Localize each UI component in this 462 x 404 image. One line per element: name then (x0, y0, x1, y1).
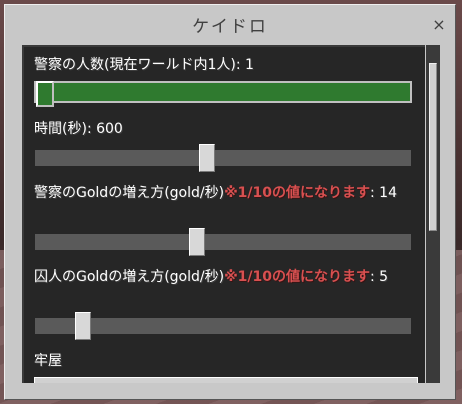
police-count-text: 警察の人数(現在ワールド内1人) (34, 57, 236, 73)
scrollbar-thumb[interactable] (429, 63, 437, 231)
time-value: : 600 (86, 121, 123, 137)
time-slider[interactable] (34, 144, 412, 172)
time-label: 時間(秒): 600 (34, 119, 123, 139)
time-slider-handle[interactable] (199, 144, 215, 172)
police-count-label: 警察の人数(現在ワールド内1人): 1 (34, 55, 254, 75)
prisoner-gold-slider[interactable] (34, 312, 412, 340)
time-text: 時間(秒) (34, 121, 87, 137)
police-count-slider-handle[interactable] (36, 81, 54, 107)
settings-list[interactable]: 警察の人数(現在ワールド内1人): 1 時間(秒): 600 警察のGoldの増… (22, 45, 425, 383)
scrollbar-track[interactable] (426, 45, 440, 383)
police-gold-label: 警察のGoldの増え方(gold/秒)※1/10の値になります: 14 (34, 183, 397, 203)
close-icon[interactable]: × (431, 17, 447, 33)
prisoner-gold-note: ※1/10の値になります (224, 269, 371, 285)
settings-window: ケイドロ × 警察の人数(現在ワールド内1人): 1 時間(秒): 600 警察… (4, 4, 456, 400)
prisoner-gold-slider-handle[interactable] (75, 312, 91, 340)
prisoner-gold-value: : 5 (370, 269, 389, 285)
police-gold-note: ※1/10の値になります (224, 185, 371, 201)
police-gold-slider-handle[interactable] (189, 228, 205, 256)
police-gold-slider[interactable] (34, 228, 412, 256)
title-bar: ケイドロ × (5, 5, 455, 45)
police-count-value: : 1 (235, 57, 254, 73)
prisoner-gold-label: 囚人のGoldの増え方(gold/秒)※1/10の値になります: 5 (34, 267, 388, 287)
prisoner-gold-text: 囚人のGoldの増え方(gold/秒) (34, 269, 225, 285)
police-count-slider[interactable] (34, 81, 412, 107)
jail-control[interactable] (34, 377, 418, 383)
police-gold-text: 警察のGoldの増え方(gold/秒) (34, 185, 225, 201)
police-gold-value: : 14 (370, 185, 397, 201)
jail-label: 牢屋 (34, 353, 62, 369)
window-title: ケイドロ (192, 17, 268, 37)
